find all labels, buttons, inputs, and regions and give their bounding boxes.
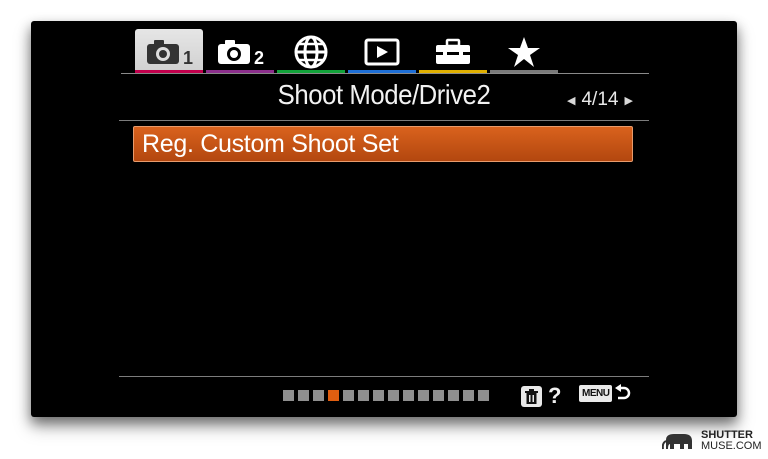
page-dot bbox=[478, 390, 489, 401]
page-dot bbox=[298, 390, 309, 401]
page-dot bbox=[373, 390, 384, 401]
menu-item-reg-custom-shoot-set[interactable]: Reg. Custom Shoot Set bbox=[133, 126, 633, 162]
page-indicator[interactable]: ◀ 4/14 ▶ bbox=[567, 89, 633, 111]
help-label: ? bbox=[548, 383, 562, 408]
tab-setup[interactable] bbox=[419, 29, 487, 74]
chevron-right-icon[interactable]: ▶ bbox=[624, 94, 632, 107]
camera-icon bbox=[217, 39, 250, 64]
globe-icon bbox=[294, 35, 328, 68]
page-dot-active bbox=[328, 390, 339, 401]
star-icon bbox=[508, 36, 540, 67]
tab-camera-1[interactable]: 1 bbox=[135, 29, 203, 74]
watermark-logo: SHUTTER MUSE.COM bbox=[662, 430, 762, 452]
help-button[interactable]: ? bbox=[521, 383, 561, 409]
page-dot bbox=[433, 390, 444, 401]
tab-divider bbox=[121, 73, 649, 74]
page-dot bbox=[403, 390, 414, 401]
menu-back-button[interactable]: MENU bbox=[579, 383, 631, 403]
return-arrow-icon bbox=[615, 384, 631, 400]
tab-my-menu[interactable] bbox=[490, 29, 558, 74]
page-dots bbox=[283, 390, 489, 401]
page-dot bbox=[448, 390, 459, 401]
watermark-text: SHUTTER MUSE.COM bbox=[701, 429, 762, 452]
playback-icon bbox=[364, 38, 400, 65]
tab-network[interactable] bbox=[277, 29, 345, 74]
camera-icon bbox=[146, 39, 179, 64]
title-divider bbox=[119, 120, 649, 121]
camera-menu-screen: 1 2 Shoot Mode/Drive2 ◀ 4/14 ▶ Reg. Cust… bbox=[31, 21, 737, 417]
page-dot bbox=[313, 390, 324, 401]
tab-playback[interactable] bbox=[348, 29, 416, 74]
tab-number: 1 bbox=[182, 48, 193, 68]
footer-divider bbox=[119, 376, 649, 377]
page-dot bbox=[343, 390, 354, 401]
page-indicator-text: 4/14 bbox=[581, 89, 619, 110]
tab-camera-2[interactable]: 2 bbox=[206, 29, 274, 74]
menu-label: MENU bbox=[579, 384, 613, 402]
elephant-icon bbox=[662, 434, 692, 450]
chevron-left-icon[interactable]: ◀ bbox=[567, 94, 575, 107]
menu-tab-bar: 1 2 bbox=[135, 29, 565, 74]
page-dot bbox=[388, 390, 399, 401]
tab-number: 2 bbox=[253, 48, 264, 68]
trash-icon bbox=[521, 385, 542, 407]
page-dot bbox=[463, 390, 474, 401]
page-dot bbox=[418, 390, 429, 401]
page-dot bbox=[358, 390, 369, 401]
page-dot bbox=[283, 390, 294, 401]
toolbox-icon bbox=[436, 38, 470, 64]
